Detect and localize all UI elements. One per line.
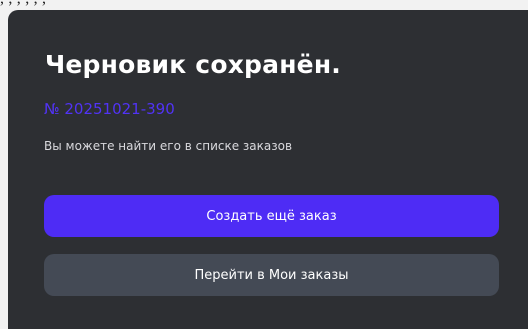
dialog-hint-text: Вы можете найти его в списке заказов — [44, 139, 293, 153]
cropped-text-fragment: , , , , , , — [0, 0, 46, 8]
dialog-title: Черновик сохранён. — [45, 50, 341, 79]
create-another-order-button[interactable]: Создать ещё заказ — [44, 195, 499, 237]
background-page-text-fragment: , , , , , , — [0, 0, 528, 8]
go-to-my-orders-button[interactable]: Перейти в Мои заказы — [44, 254, 499, 296]
order-number: № 20251021-390 — [44, 100, 175, 118]
draft-saved-dialog: Черновик сохранён. № 20251021-390 Вы мож… — [8, 10, 528, 329]
